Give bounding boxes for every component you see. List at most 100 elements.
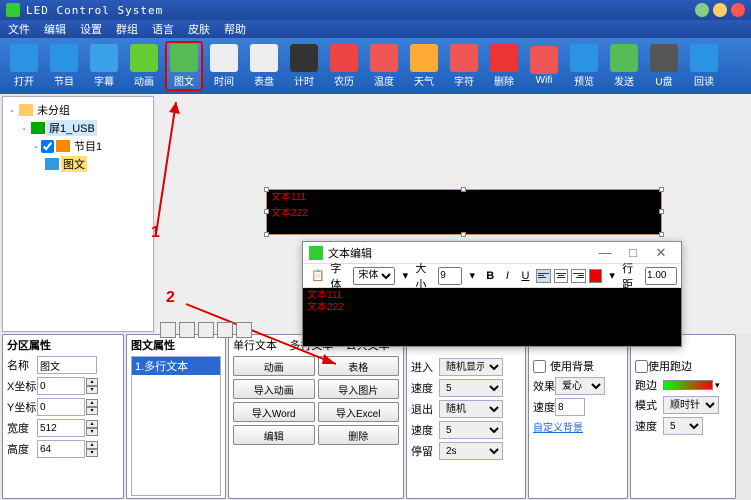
handle-mr[interactable]	[659, 209, 664, 214]
tool-readback[interactable]: 回读	[685, 41, 723, 91]
mini-icon-5[interactable]	[236, 322, 252, 338]
mini-icon-2[interactable]	[179, 322, 195, 338]
maximize-button[interactable]	[713, 3, 727, 17]
edge-speed-select[interactable]: 5	[663, 417, 703, 435]
tree-root[interactable]: -未分组	[7, 101, 149, 119]
preview-region[interactable]: 文本111 文本222	[266, 189, 662, 235]
color-swatch[interactable]	[589, 269, 602, 283]
handle-tc[interactable]	[461, 187, 466, 192]
menu-settings[interactable]: 设置	[80, 21, 102, 37]
buttons-panel: 单行文本 多行文本 公共文本 动画 表格 导入动画 导入图片 导入Word 导入…	[228, 334, 404, 499]
edge-bar[interactable]	[663, 380, 713, 390]
menu-file[interactable]: 文件	[8, 21, 30, 37]
editor-minimize[interactable]: —	[591, 245, 619, 260]
mini-icon-1[interactable]	[160, 322, 176, 338]
custom-bg-link[interactable]: 自定义背景	[533, 419, 583, 434]
bg-effect-select[interactable]: 爱心	[555, 377, 605, 395]
tool-wifi[interactable]: Wifi	[525, 41, 563, 91]
time-icon	[210, 44, 238, 72]
italic-button[interactable]: I	[500, 268, 514, 284]
tool-subtitle[interactable]: 字幕	[85, 41, 123, 91]
zone-x-input[interactable]	[37, 377, 85, 395]
tree-panel: -未分组 -屏1_USB -节目1 图文	[2, 96, 154, 332]
enter-select[interactable]: 随机显示	[439, 358, 503, 376]
tool-picture-text[interactable]: 图文	[165, 41, 203, 91]
bold-button[interactable]: B	[482, 268, 497, 284]
import-word-button[interactable]: 导入Word	[233, 402, 315, 422]
handle-tr[interactable]	[659, 187, 664, 192]
import-excel-button[interactable]: 导入Excel	[318, 402, 400, 422]
use-edge-checkbox[interactable]	[635, 360, 648, 373]
tool-send[interactable]: 发送	[605, 41, 643, 91]
paste-icon[interactable]: 📋	[307, 267, 327, 284]
font-select[interactable]: 宋体	[353, 267, 395, 285]
align-center-button[interactable]	[554, 269, 569, 283]
single-text-button[interactable]: 单行文本	[233, 337, 286, 353]
handle-bc[interactable]	[461, 232, 466, 237]
tool-program[interactable]: 节目	[45, 41, 83, 91]
handle-ml[interactable]	[264, 209, 269, 214]
close-button[interactable]	[731, 3, 745, 17]
editor-body[interactable]: 文本111 文本222	[303, 288, 681, 346]
align-left-button[interactable]	[536, 269, 551, 283]
tool-animation[interactable]: 动画	[125, 41, 163, 91]
editor-maximize[interactable]: □	[619, 245, 647, 260]
menu-language[interactable]: 语言	[152, 21, 174, 37]
menu-help[interactable]: 帮助	[224, 21, 246, 37]
import-anim-button[interactable]: 导入动画	[233, 379, 315, 399]
tool-lunar[interactable]: 农历	[325, 41, 363, 91]
program-checkbox[interactable]	[41, 140, 54, 153]
minimize-button[interactable]	[695, 3, 709, 17]
tool-preview[interactable]: 预览	[565, 41, 603, 91]
tool-time[interactable]: 时间	[205, 41, 243, 91]
size-input[interactable]	[438, 267, 462, 285]
tool-open[interactable]: 打开	[5, 41, 43, 91]
bg-speed-input[interactable]	[555, 398, 585, 416]
use-bg-checkbox[interactable]	[533, 360, 546, 373]
spacing-input[interactable]	[645, 267, 677, 285]
edit-button[interactable]: 编辑	[233, 425, 315, 445]
tool-usb[interactable]: U盘	[645, 41, 683, 91]
align-right-button[interactable]	[571, 269, 586, 283]
toolbar: 打开节目字幕动画图文时间表盘计时农历温度天气字符删除Wifi预览发送U盘回读	[0, 38, 751, 94]
pic-list-item[interactable]: 1.多行文本	[132, 357, 220, 375]
tool-char[interactable]: 字符	[445, 41, 483, 91]
zone-name-input[interactable]	[37, 356, 97, 374]
zone-h-input[interactable]	[37, 440, 85, 458]
tool-countdown[interactable]: 计时	[285, 41, 323, 91]
tree-item[interactable]: 图文	[7, 155, 149, 173]
tool-temperature[interactable]: 温度	[365, 41, 403, 91]
mini-icon-4[interactable]	[217, 322, 233, 338]
handle-bl[interactable]	[264, 232, 269, 237]
zone-y-input[interactable]	[37, 398, 85, 416]
anim-button[interactable]: 动画	[233, 356, 315, 376]
edge-mode-select[interactable]: 顺时针	[663, 396, 719, 414]
menu-edit[interactable]: 编辑	[44, 21, 66, 37]
editor-close[interactable]: ✕	[647, 245, 675, 261]
speed-select[interactable]: 5	[439, 379, 503, 397]
picture-text-icon	[170, 44, 198, 72]
mini-icon-3[interactable]	[198, 322, 214, 338]
exit-select[interactable]: 随机	[439, 400, 503, 418]
handle-br[interactable]	[659, 232, 664, 237]
handle-tl[interactable]	[264, 187, 269, 192]
tool-delete[interactable]: 删除	[485, 41, 523, 91]
tool-weather[interactable]: 天气	[405, 41, 443, 91]
color-dropdown[interactable]: ▾	[605, 267, 619, 284]
stay-select[interactable]: 2s	[439, 442, 503, 460]
tool-dial[interactable]: 表盘	[245, 41, 283, 91]
zone-header: 分区属性	[7, 337, 119, 353]
underline-button[interactable]: U	[517, 268, 532, 284]
tree-screen[interactable]: -屏1_USB	[7, 119, 149, 137]
menu-skin[interactable]: 皮肤	[188, 21, 210, 37]
tree-program[interactable]: -节目1	[7, 137, 149, 155]
zone-w-input[interactable]	[37, 419, 85, 437]
table-button[interactable]: 表格	[318, 356, 400, 376]
import-pic-button[interactable]: 导入图片	[318, 379, 400, 399]
delete-button[interactable]: 删除	[318, 425, 400, 445]
speed2-select[interactable]: 5	[439, 421, 503, 439]
size-dropdown[interactable]: ▾	[465, 267, 479, 284]
pic-list[interactable]: 1.多行文本	[131, 356, 221, 496]
menu-group[interactable]: 群组	[116, 21, 138, 37]
font-dropdown[interactable]: ▾	[398, 267, 412, 284]
